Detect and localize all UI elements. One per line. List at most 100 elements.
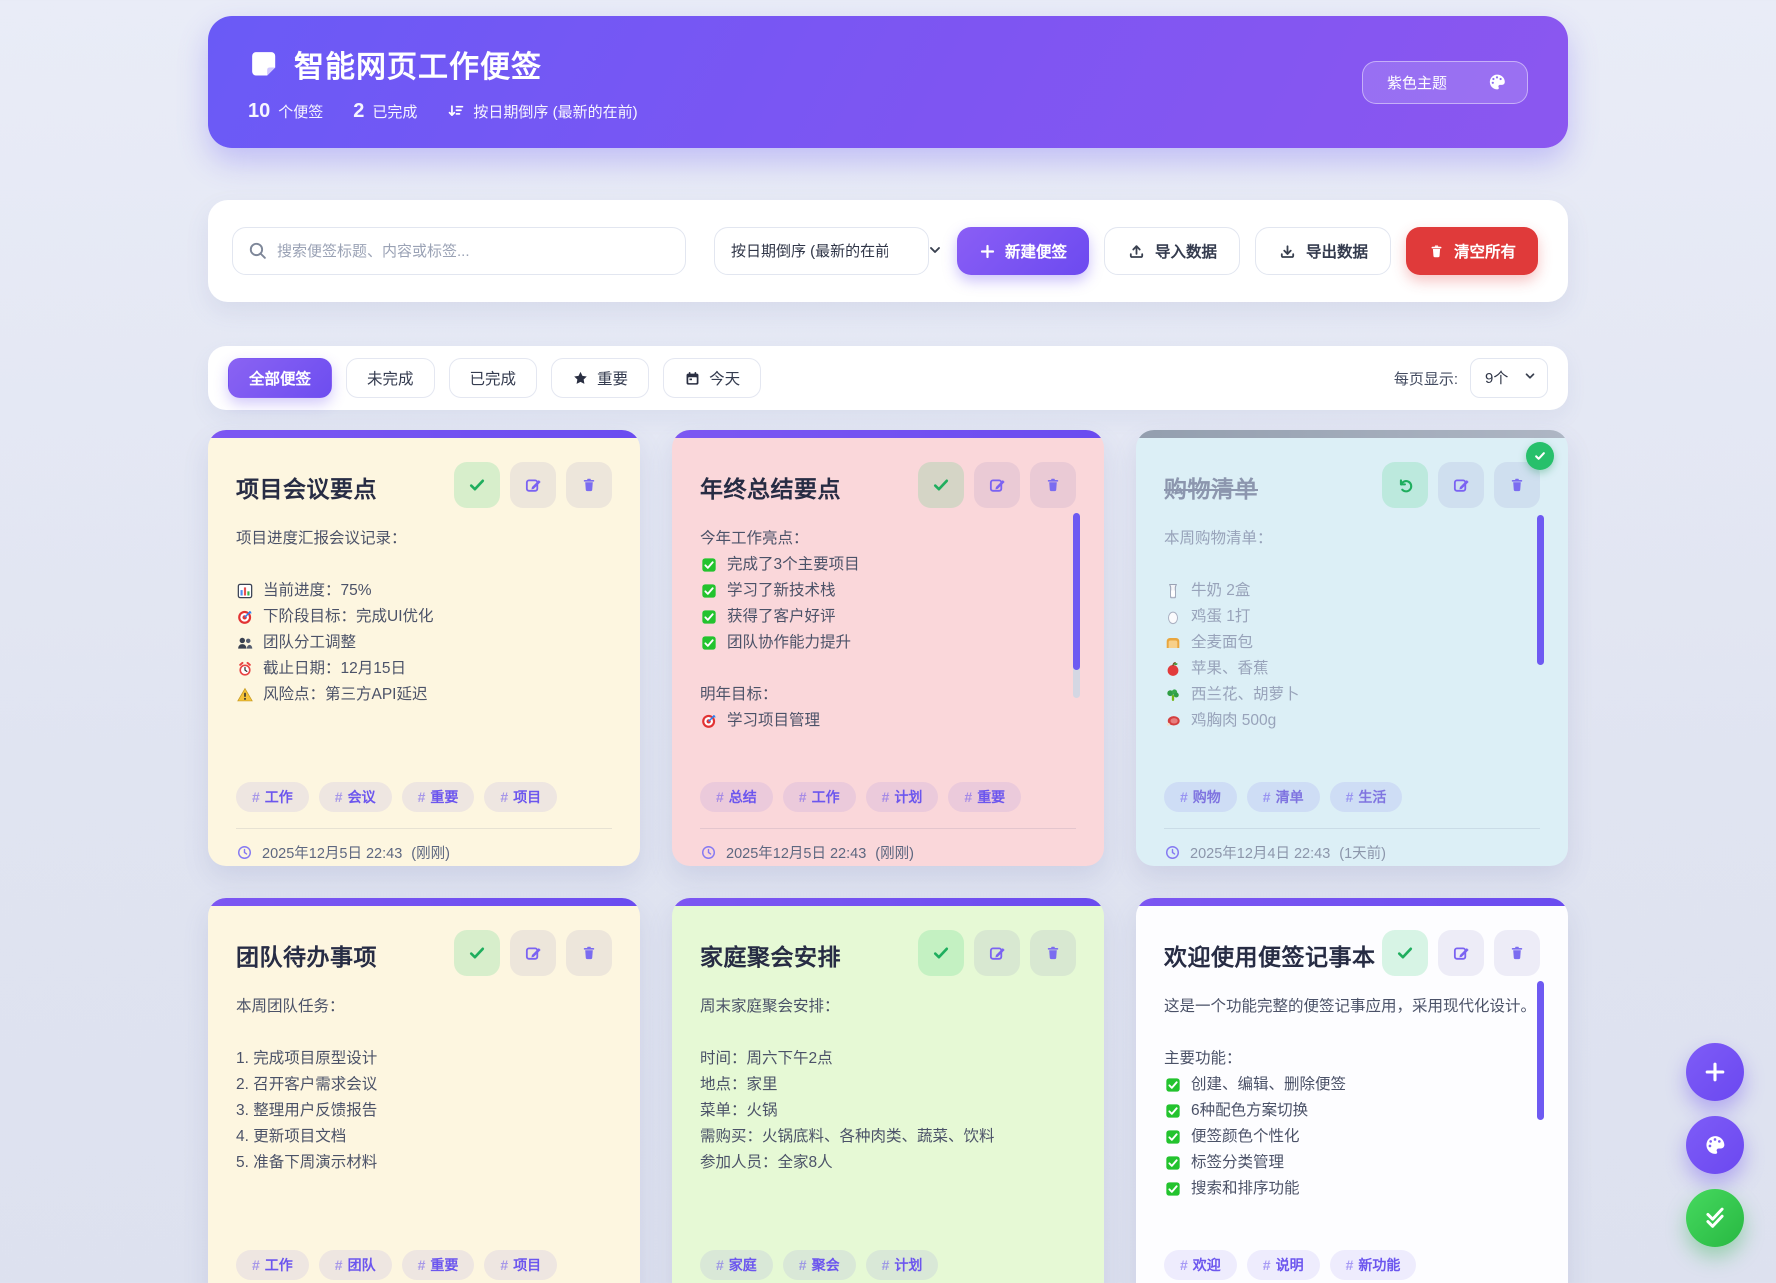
- app-container: 智能网页工作便签 10 个便签 2 已完成 按日期倒序 (最新的在前): [208, 0, 1568, 1283]
- sort-select[interactable]: 按日期倒序 (最新的在前): [714, 227, 929, 275]
- note-card: 团队待办事项本周团队任务： 1. 完成项目原型设计2. 召开客户需求会议3. 整…: [208, 898, 640, 1283]
- complete-button[interactable]: [918, 930, 964, 976]
- note-tag[interactable]: #工作: [783, 782, 856, 812]
- note-tag[interactable]: #项目: [484, 782, 557, 812]
- note-actions: [918, 462, 1076, 508]
- filter-today[interactable]: 今天: [663, 358, 761, 398]
- note-scrollbar[interactable]: [1537, 981, 1544, 1120]
- note-content: 项目进度汇报会议记录： 当前进度：75%下阶段目标：完成UI优化团队分工调整截止…: [236, 526, 612, 776]
- note-line: 时间：周六下午2点: [700, 1046, 1076, 1072]
- edit-icon: [988, 944, 1007, 963]
- theme-toggle-button[interactable]: 紫色主题: [1362, 61, 1528, 104]
- new-note-button[interactable]: 新建便签: [957, 227, 1089, 275]
- alarm-icon: [236, 660, 254, 678]
- edit-button[interactable]: [510, 930, 556, 976]
- edit-button[interactable]: [974, 930, 1020, 976]
- delete-button[interactable]: [566, 930, 612, 976]
- note-divider: [700, 828, 1076, 829]
- note-tag[interactable]: #清单: [1247, 782, 1320, 812]
- note-line: 鸡蛋 1打: [1164, 604, 1540, 630]
- note-line: 苹果、香蕉: [1164, 656, 1540, 682]
- note-relative-time: (1天前): [1339, 842, 1386, 863]
- note-actions: [454, 930, 612, 976]
- check-icon: [1395, 943, 1415, 963]
- note-tag[interactable]: #新功能: [1330, 1250, 1417, 1280]
- edit-button[interactable]: [510, 462, 556, 508]
- note-tag[interactable]: #重要: [402, 1250, 475, 1280]
- note-line-blank: [236, 552, 612, 578]
- note-tag[interactable]: #总结: [700, 782, 773, 812]
- edit-icon: [1452, 476, 1471, 495]
- note-head: 年终总结要点: [700, 462, 1076, 508]
- note-tags: #欢迎 #说明 #新功能: [1164, 1250, 1540, 1280]
- note-line: 西兰花、胡萝卜: [1164, 682, 1540, 708]
- note-scrollbar[interactable]: [1537, 515, 1544, 665]
- note-line: 6种配色方案切换: [1164, 1098, 1540, 1124]
- filter-completed[interactable]: 已完成: [449, 358, 538, 398]
- note-tag[interactable]: #工作: [236, 782, 309, 812]
- note-tag[interactable]: #聚会: [783, 1250, 856, 1280]
- filter-all[interactable]: 全部便签: [228, 358, 332, 398]
- add-note-fab[interactable]: [1686, 1043, 1744, 1101]
- target-icon: [236, 608, 254, 626]
- undo-button[interactable]: [1382, 462, 1428, 508]
- note-tag[interactable]: #说明: [1247, 1250, 1320, 1280]
- people-icon: [236, 634, 254, 652]
- note-tags: #家庭 #聚会 #计划: [700, 1250, 1076, 1280]
- note-tag[interactable]: #欢迎: [1164, 1250, 1237, 1280]
- export-data-button[interactable]: 导出数据: [1255, 227, 1391, 275]
- filter-important[interactable]: 重要: [551, 358, 649, 398]
- delete-button[interactable]: [1494, 462, 1540, 508]
- trash-icon: [1508, 476, 1526, 494]
- palette-icon: [1487, 72, 1507, 92]
- upload-icon: [1127, 242, 1146, 261]
- note-tag[interactable]: #家庭: [700, 1250, 773, 1280]
- trash-icon: [1044, 944, 1062, 962]
- delete-button[interactable]: [1494, 930, 1540, 976]
- note-tag[interactable]: #购物: [1164, 782, 1237, 812]
- note-relative-time: (刚刚): [411, 842, 450, 863]
- delete-button[interactable]: [1030, 930, 1076, 976]
- plus-icon: [979, 243, 996, 260]
- note-scrollbar[interactable]: [1073, 513, 1080, 670]
- delete-button[interactable]: [566, 462, 612, 508]
- complete-button[interactable]: [918, 462, 964, 508]
- delete-button[interactable]: [1030, 462, 1076, 508]
- checkbox-icon: [1164, 1154, 1182, 1172]
- complete-all-fab[interactable]: [1686, 1189, 1744, 1247]
- theme-fab[interactable]: [1686, 1116, 1744, 1174]
- clock-icon: [700, 844, 717, 861]
- note-tag[interactable]: #团队: [319, 1250, 392, 1280]
- note-tag[interactable]: #会议: [319, 782, 392, 812]
- clear-all-button[interactable]: 清空所有: [1406, 227, 1538, 275]
- checkbox-icon: [700, 608, 718, 626]
- target-icon: [700, 712, 718, 730]
- note-tag[interactable]: #工作: [236, 1250, 309, 1280]
- note-color-strip: [672, 430, 1104, 438]
- filter-uncompleted[interactable]: 未完成: [346, 358, 435, 398]
- checkbox-icon: [1164, 1180, 1182, 1198]
- note-line: 搜索和排序功能: [1164, 1176, 1540, 1202]
- note-line: 团队协作能力提升: [700, 630, 1076, 656]
- complete-button[interactable]: [1382, 930, 1428, 976]
- edit-button[interactable]: [974, 462, 1020, 508]
- note-tag[interactable]: #计划: [866, 782, 939, 812]
- search-input[interactable]: [232, 227, 686, 275]
- note-tag[interactable]: #生活: [1330, 782, 1403, 812]
- note-tag[interactable]: #重要: [948, 782, 1021, 812]
- note-tags: #工作 #会议 #重要 #项目: [236, 782, 612, 812]
- import-data-button[interactable]: 导入数据: [1104, 227, 1240, 275]
- egg-icon: [1164, 608, 1182, 626]
- note-tag[interactable]: #计划: [866, 1250, 939, 1280]
- complete-button[interactable]: [454, 462, 500, 508]
- edit-button[interactable]: [1438, 462, 1484, 508]
- trash-icon: [580, 944, 598, 962]
- note-title: 年终总结要点: [700, 470, 841, 504]
- complete-button[interactable]: [454, 930, 500, 976]
- search-wrap: [232, 227, 686, 275]
- calendar-icon: [684, 370, 701, 387]
- note-tag[interactable]: #项目: [484, 1250, 557, 1280]
- note-tag[interactable]: #重要: [402, 782, 475, 812]
- per-page-select[interactable]: 9个: [1470, 358, 1548, 398]
- edit-button[interactable]: [1438, 930, 1484, 976]
